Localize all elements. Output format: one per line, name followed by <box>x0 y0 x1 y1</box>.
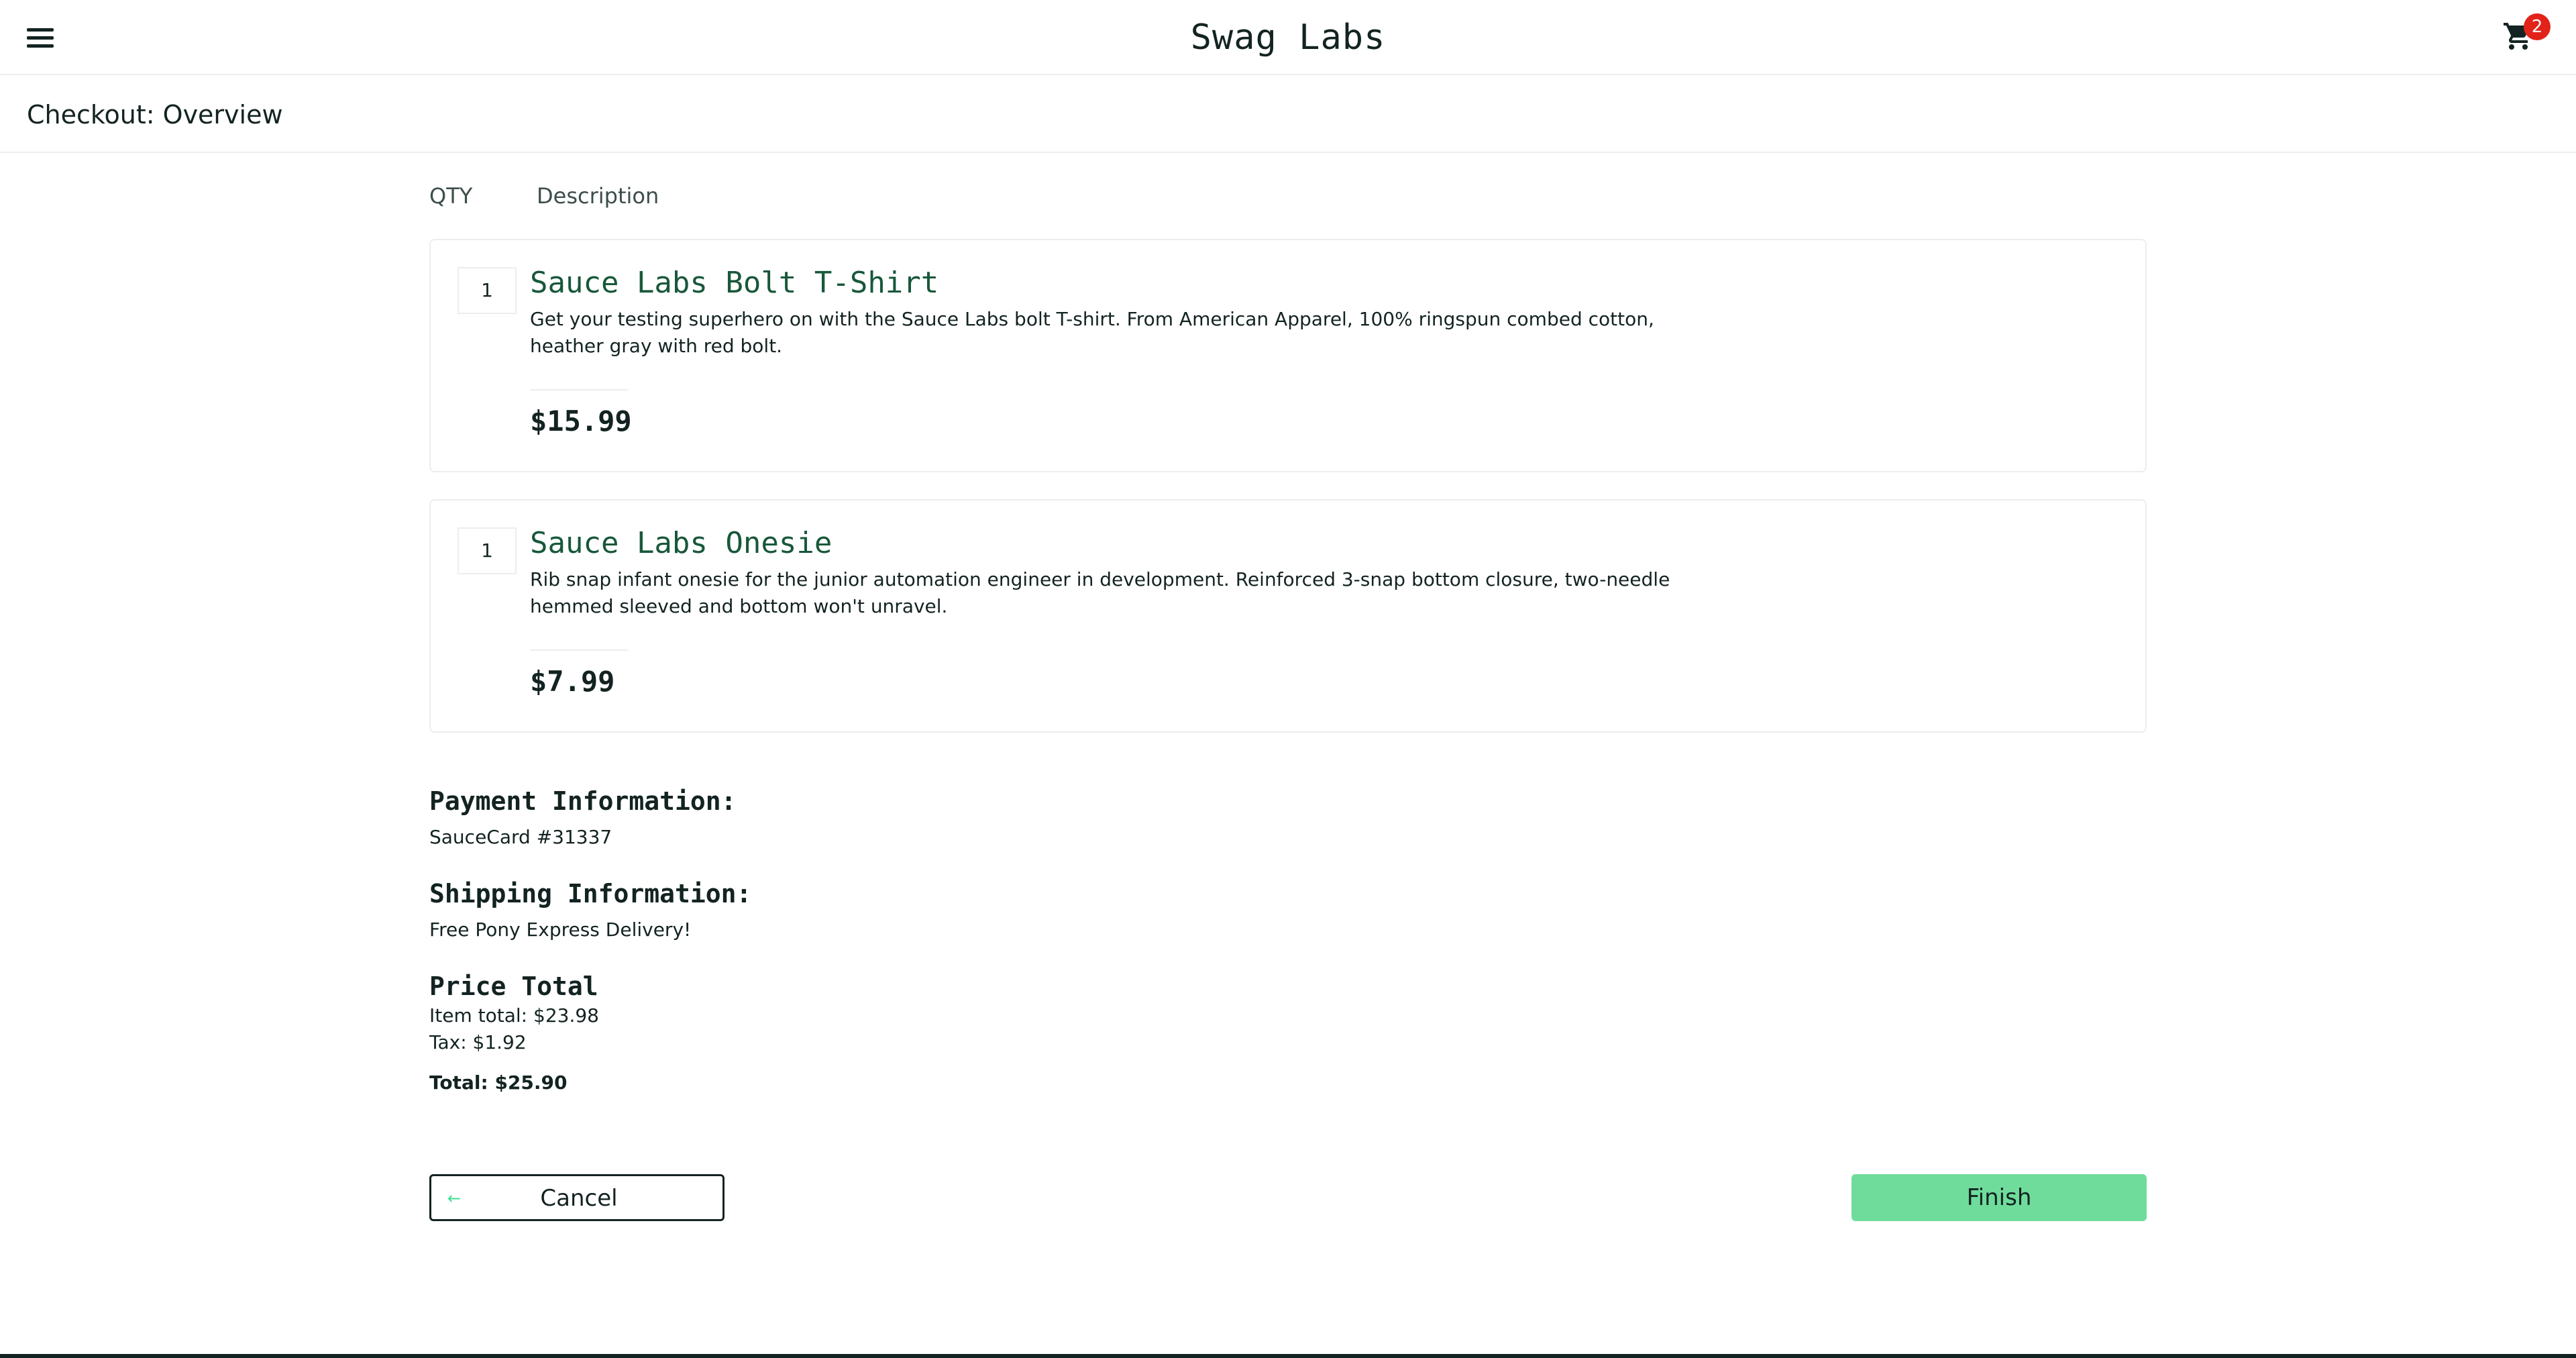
item-price: $7.99 <box>530 665 615 698</box>
order-total: Total: $25.90 <box>429 1072 568 1094</box>
price-total-heading: Price Total <box>429 972 598 1001</box>
item-name-link[interactable]: Sauce Labs Bolt T-Shirt <box>530 263 938 303</box>
description-column-label: Description <box>537 183 659 209</box>
qty-column-label: QTY <box>429 183 473 209</box>
hamburger-menu-icon <box>27 28 54 32</box>
cart-item: 1 Sauce Labs Onesie Rib snap infant ones… <box>429 499 2147 733</box>
finish-button[interactable]: Finish <box>1851 1174 2147 1221</box>
tax-amount: Tax: $1.92 <box>429 1031 527 1053</box>
cart-item: 1 Sauce Labs Bolt T-Shirt Get your testi… <box>429 239 2147 472</box>
shipping-info-value: Free Pony Express Delivery! <box>429 919 692 941</box>
payment-info-heading: Payment Information: <box>429 786 737 816</box>
item-quantity: 1 <box>458 267 517 314</box>
menu-button[interactable] <box>27 27 54 48</box>
item-divider <box>530 389 628 390</box>
finish-button-label: Finish <box>1966 1184 2032 1211</box>
cancel-button-label: Cancel <box>540 1185 618 1212</box>
primary-header: Swag Labs 2 <box>0 0 2576 75</box>
cart-badge: 2 <box>2524 13 2551 40</box>
item-total: Item total: $23.98 <box>429 1004 599 1027</box>
footer-bar <box>0 1354 2576 1358</box>
item-description: Get your testing superhero on with the S… <box>530 308 1654 357</box>
shipping-info-heading: Shipping Information: <box>429 879 752 908</box>
item-name-link[interactable]: Sauce Labs Onesie <box>530 523 832 564</box>
secondary-header: Checkout: Overview <box>0 75 2576 153</box>
item-price: $15.99 <box>530 405 632 437</box>
item-divider <box>530 649 628 651</box>
app-logo: Swag Labs <box>1190 17 1386 58</box>
cancel-button[interactable]: ← Cancel <box>429 1174 724 1221</box>
page-title: Checkout: Overview <box>27 100 283 129</box>
item-quantity: 1 <box>458 527 517 574</box>
shopping-cart-link[interactable]: 2 <box>2496 13 2556 60</box>
item-description: Rib snap infant onesie for the junior au… <box>530 568 1670 617</box>
payment-info-value: SauceCard #31337 <box>429 826 612 848</box>
